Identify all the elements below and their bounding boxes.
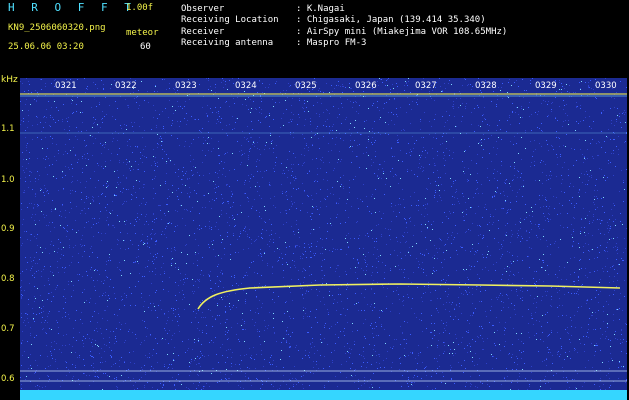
info-label-receiver: Receiver: [181, 27, 225, 37]
time-tick-label: 0325: [295, 81, 317, 91]
y-tick-label: 0.9: [1, 224, 15, 234]
info-label-antenna: Receiving antenna: [181, 38, 274, 48]
y-tick-label: 1.0: [1, 175, 15, 185]
time-tick-label: 0324: [235, 81, 257, 91]
info-value-observer: : K.Nagai: [296, 4, 345, 14]
time-tick-label: 0326: [355, 81, 377, 91]
time-tick-label: 0329: [535, 81, 557, 91]
time-tick-label: 0321: [55, 81, 77, 91]
time-tick-label: 0327: [415, 81, 437, 91]
y-tick-label: 0.6: [1, 374, 15, 384]
app-title: H R O F F T: [8, 1, 136, 14]
info-label-location: Receiving Location: [181, 15, 279, 25]
time-tick-label: 0322: [115, 81, 137, 91]
y-tick-label: 0.8: [1, 274, 15, 284]
info-value-receiver: : AirSpy mini (Miakejima VOR 108.65MHz): [296, 27, 508, 37]
filename-label: KN9_2506060320.png: [8, 23, 106, 33]
header-panel: H R O F F T 1.00f KN9_2506060320.png met…: [0, 0, 629, 76]
info-value-location: : Chigasaki, Japan (139.414 35.340): [296, 15, 486, 25]
meteor-label: meteor: [126, 28, 159, 38]
spectrogram-canvas: [20, 78, 627, 400]
time-tick-label: 0328: [475, 81, 497, 91]
bottom-intensity-bar: [20, 390, 627, 400]
y-axis-unit: kHz: [1, 75, 18, 85]
info-value-antenna: : Maspro FM-3: [296, 38, 367, 48]
time-tick-label: 0330: [595, 81, 617, 91]
meteor-echo-trace: [197, 283, 621, 310]
y-tick-label: 0.7: [1, 324, 15, 334]
info-label-observer: Observer: [181, 4, 225, 14]
y-tick-label: 1.1: [1, 124, 15, 134]
datetime-label: 25.06.06 03:20: [8, 42, 84, 52]
version-label: 1.00f: [126, 3, 154, 13]
meteor-count: 60: [140, 42, 151, 52]
time-tick-label: 0323: [175, 81, 197, 91]
spectrogram-plot: [20, 78, 627, 400]
